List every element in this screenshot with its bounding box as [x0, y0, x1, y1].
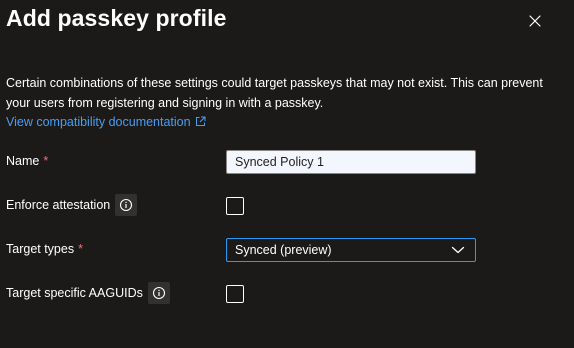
target-types-dropdown[interactable]: Synced (preview) — [226, 238, 476, 262]
info-icon — [152, 286, 165, 300]
target-aaguids-info-button[interactable] — [147, 282, 170, 304]
add-passkey-profile-panel: Add passkey profile Certain combinations… — [0, 0, 574, 348]
target-aaguids-label: Target specific AAGUIDs — [6, 286, 143, 300]
enforce-attestation-checkbox[interactable] — [226, 197, 244, 215]
close-button[interactable] — [524, 10, 546, 32]
close-icon — [529, 15, 541, 27]
settings-warning-text: Certain combinations of these settings c… — [6, 76, 543, 110]
name-input[interactable] — [226, 150, 476, 174]
target-types-label: Target types — [6, 242, 75, 256]
compatibility-documentation-link[interactable]: View compatibility documentation — [6, 113, 206, 132]
enforce-attestation-info-button[interactable] — [115, 194, 138, 216]
name-label-row: Name * — [6, 154, 48, 168]
target-types-label-row: Target types * — [6, 242, 83, 256]
enforce-attestation-label-row: Enforce attestation — [6, 194, 138, 216]
target-types-selected-value: Synced (preview) — [235, 243, 332, 257]
info-icon — [120, 198, 133, 212]
external-link-icon — [195, 114, 206, 132]
target-types-required-marker: * — [78, 242, 83, 256]
compatibility-documentation-link-label: View compatibility documentation — [6, 115, 191, 129]
target-aaguids-label-row: Target specific AAGUIDs — [6, 282, 170, 304]
chevron-down-icon — [451, 246, 465, 254]
name-label: Name — [6, 154, 40, 168]
enforce-attestation-label: Enforce attestation — [6, 198, 111, 212]
panel-title: Add passkey profile — [6, 5, 227, 31]
name-required-marker: * — [43, 154, 49, 168]
target-aaguids-checkbox[interactable] — [226, 285, 244, 303]
